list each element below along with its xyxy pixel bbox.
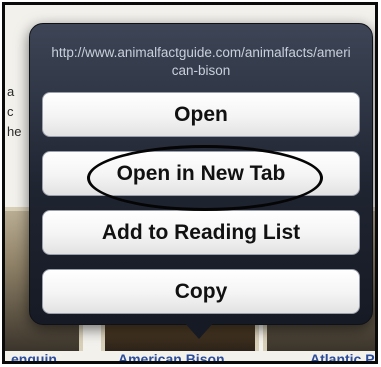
- open-button[interactable]: Open: [42, 92, 360, 137]
- link-url: http://www.animalfactguide.com/animalfac…: [51, 45, 351, 78]
- caption-link-american-bison[interactable]: American Bison: [118, 351, 225, 361]
- caption-link-penguin[interactable]: enguin: [11, 351, 57, 361]
- bg-text-fragment: he: [7, 124, 22, 139]
- caption-link-atlantic-puffin[interactable]: Atlantic Pu: [310, 351, 375, 361]
- screenshot-frame: a c he is s s enguin American Bison Atla…: [2, 2, 378, 364]
- add-to-reading-list-button[interactable]: Add to Reading List: [42, 210, 360, 255]
- bg-text-fragment: c: [7, 104, 14, 119]
- bg-text-fragment: a: [7, 84, 15, 99]
- open-in-new-tab-button[interactable]: Open in New Tab: [42, 151, 360, 196]
- popover-arrow: [183, 321, 215, 339]
- thumbnail-captions: enguin American Bison Atlantic Pu: [5, 351, 375, 361]
- link-action-popover: http://www.animalfactguide.com/animalfac…: [29, 23, 373, 325]
- copy-button[interactable]: Copy: [42, 269, 360, 314]
